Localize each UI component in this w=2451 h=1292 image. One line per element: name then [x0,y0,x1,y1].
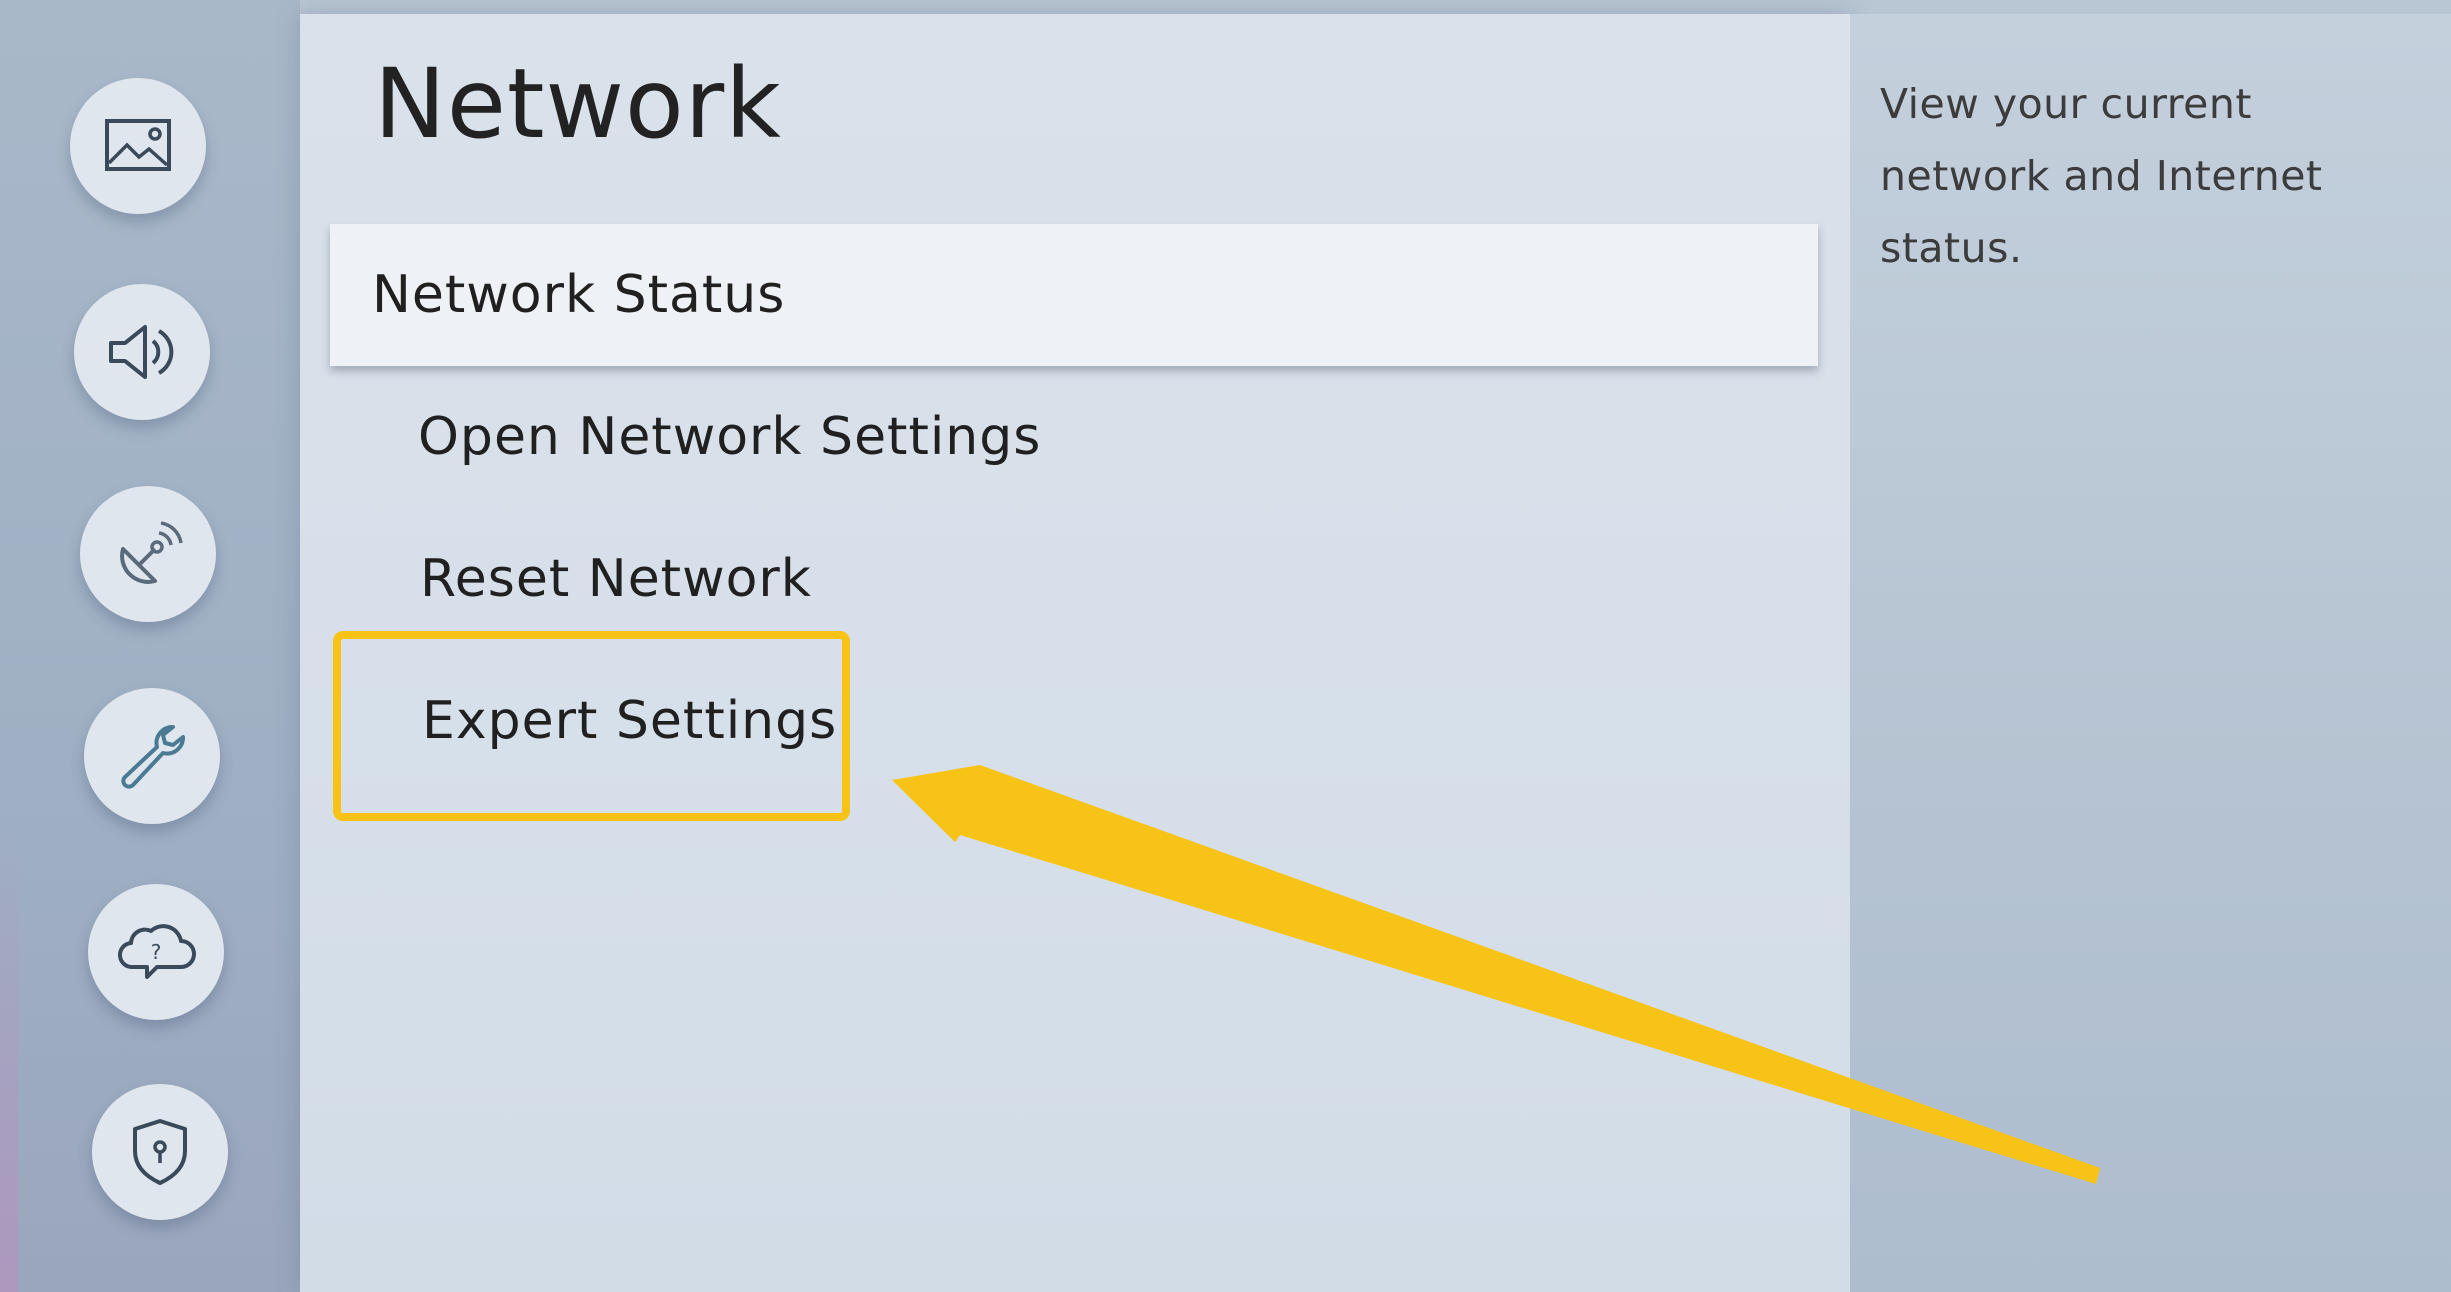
menu-item-open-network-settings[interactable]: Open Network Settings [330,366,1818,508]
svg-text:?: ? [151,940,162,964]
wrench-icon [121,725,185,789]
description-text: View your current network and Internet s… [1880,80,2323,272]
menu-item-label: Network Status [372,265,786,325]
sidebar-support-button[interactable]: ? [88,884,224,1020]
privacy-shield-icon [133,1119,187,1185]
menu-item-label: Reset Network [420,549,812,609]
tv-settings-screen: ? Network Network Status Open Network Se… [0,0,2451,1292]
sidebar-broadcasting-button[interactable] [80,486,216,622]
highlight-box [333,631,850,821]
menu-item-network-status[interactable]: Network Status [330,224,1818,366]
support-cloud-icon: ? [118,924,196,979]
page-title: Network [374,48,782,160]
picture-icon [105,119,171,171]
sidebar-sound-button[interactable] [74,284,210,420]
sidebar-general-button[interactable] [84,688,220,824]
menu-item-reset-network[interactable]: Reset Network [330,508,1818,650]
sidebar-picture-button[interactable] [70,78,206,214]
screen-edge-glow [0,820,18,1292]
sidebar-privacy-button[interactable] [92,1084,228,1220]
menu-item-label: Open Network Settings [418,407,1042,467]
broadcasting-icon [120,521,183,584]
sound-icon [109,325,174,379]
